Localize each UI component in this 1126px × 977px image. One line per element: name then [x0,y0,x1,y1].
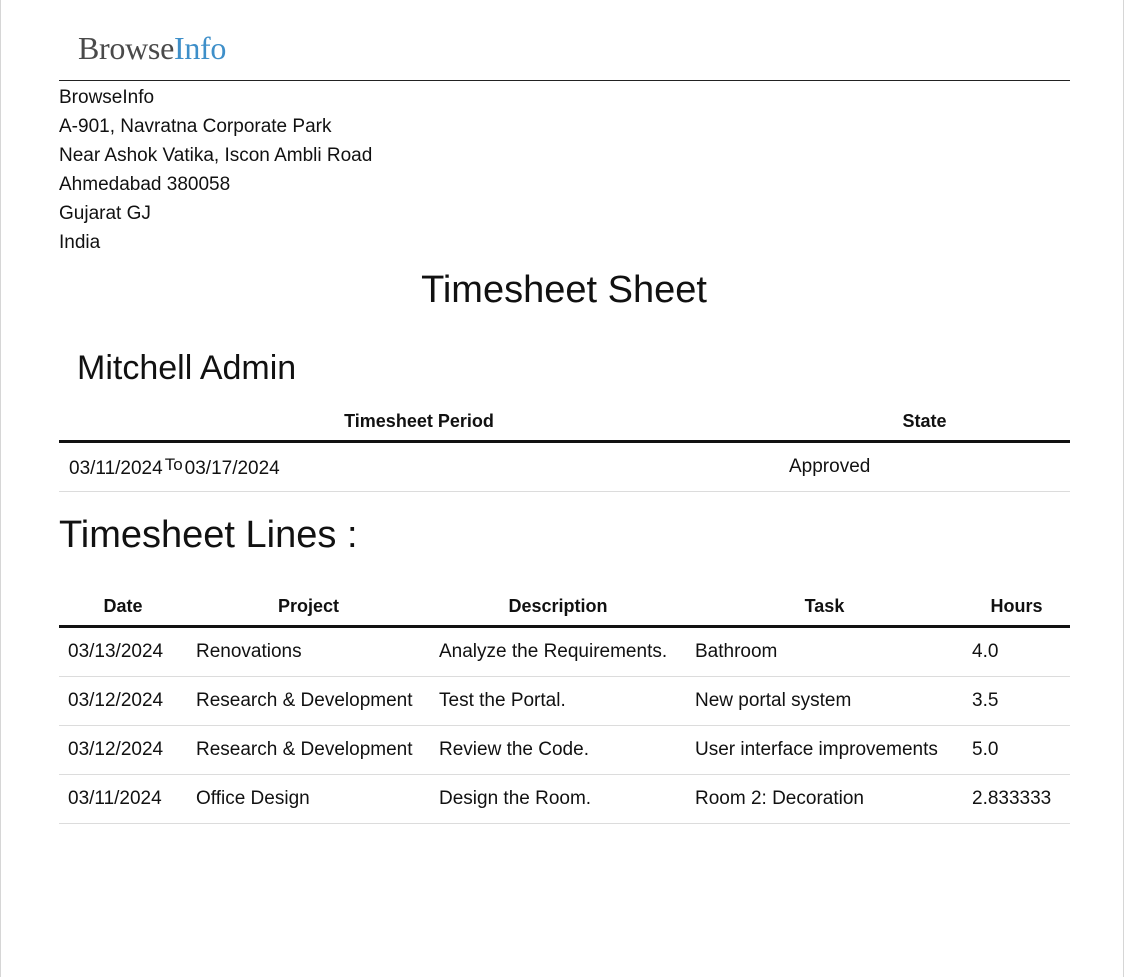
employee-name: Mitchell Admin [77,349,297,387]
report-title: Timesheet Sheet [421,269,707,311]
cell-hours: 5.0 [963,725,1070,775]
column-header-hours: Hours [963,587,1070,628]
cell-hours: 2.833333 [963,774,1070,824]
cell-task: User interface improvements [686,725,963,775]
cell-description: Test the Portal. [430,676,686,726]
period-to-label: To [164,454,183,474]
address-line: India [59,232,101,253]
report-page: BrowseInfo BrowseInfo A-901, Navratna Co… [0,0,1124,977]
logo-text-browse: Browse [78,30,174,66]
address-line: A-901, Navratna Corporate Park [59,116,332,137]
period-row: 03/11/2024 To 03/17/2024 Approved [59,441,1070,492]
cell-task: Bathroom [686,626,963,677]
column-header-task: Task [686,587,963,628]
address-line: Gujarat GJ [59,203,151,224]
cell-date: 03/12/2024 [59,725,187,775]
cell-hours: 3.5 [963,676,1070,726]
cell-description: Analyze the Requirements. [430,626,686,677]
period-start-date: 03/11/2024 [69,457,163,479]
cell-project: Research & Development [187,725,430,775]
cell-project: Research & Development [187,676,430,726]
column-header-date: Date [59,587,187,628]
column-header-state: State [779,402,1070,443]
address-line: BrowseInfo [59,87,155,108]
cell-date: 03/11/2024 [59,774,187,824]
timesheet-lines-heading: Timesheet Lines : [59,514,358,556]
cell-description: Review the Code. [430,725,686,775]
table-row: 03/12/2024 Research & Development Test t… [59,676,1070,726]
table-row: 03/11/2024 Office Design Design the Room… [59,774,1070,824]
cell-date: 03/12/2024 [59,676,187,726]
cell-project: Renovations [187,626,430,677]
cell-task: Room 2: Decoration [686,774,963,824]
cell-project: Office Design [187,774,430,824]
table-row: 03/12/2024 Research & Development Review… [59,725,1070,775]
timesheet-lines-table: Date Project Description Task Hours 03/1… [59,587,1070,824]
table-row: 03/13/2024 Renovations Analyze the Requi… [59,626,1070,677]
column-header-period: Timesheet Period [59,402,779,443]
period-header-row: Timesheet Period State [59,402,1070,443]
lines-header-row: Date Project Description Task Hours [59,587,1070,628]
company-logo: BrowseInfo [78,28,226,68]
column-header-project: Project [187,587,430,628]
cell-task: New portal system [686,676,963,726]
period-cell: 03/11/2024 To 03/17/2024 [59,441,779,492]
header-divider [59,80,1070,81]
column-header-description: Description [430,587,686,628]
address-line: Ahmedabad 380058 [59,174,231,195]
state-cell: Approved [779,441,1070,492]
timesheet-period-table: Timesheet Period State 03/11/2024 To 03/17… [59,402,1070,492]
cell-hours: 4.0 [963,626,1070,677]
address-line: Near Ashok Vatika, Iscon Ambli Road [59,145,373,166]
cell-date: 03/13/2024 [59,626,187,677]
period-end-date: 03/17/2024 [184,457,280,479]
company-address: BrowseInfo A-901, Navratna Corporate Par… [59,83,372,257]
logo-text-info: Info [173,30,227,66]
cell-description: Design the Room. [430,774,686,824]
